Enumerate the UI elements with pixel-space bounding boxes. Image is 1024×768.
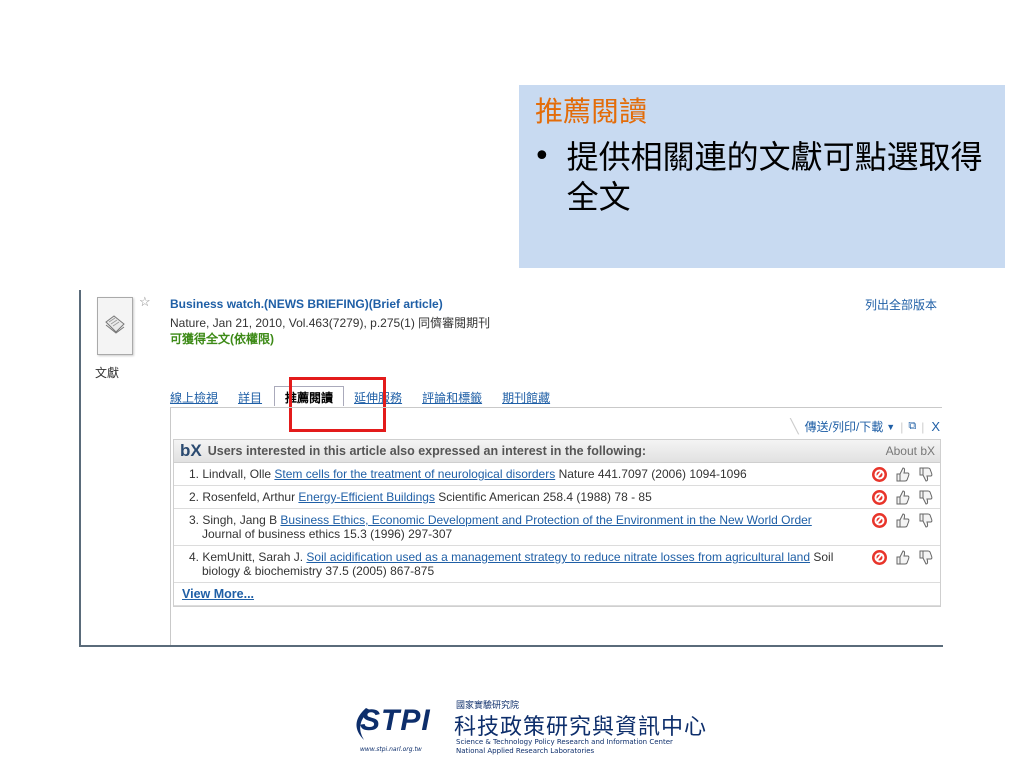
list-all-versions-link[interactable]: 列出全部版本 <box>865 296 937 313</box>
thumbs-up-icon[interactable] <box>894 549 911 566</box>
bx-header: bX Users interested in this article also… <box>174 440 940 463</box>
toolbar-separator: | <box>921 419 925 434</box>
item-source: Scientific American 258.4 (1988) 78 - 85 <box>438 490 652 504</box>
view-more-link[interactable]: View More... <box>174 583 940 606</box>
document-type-label: 文獻 <box>95 366 120 380</box>
tab-content-panel: ╲ 傳送/列印/下載 ▼ | ⧉ | X bX Users interested… <box>170 407 942 645</box>
panel-toolbar: ╲ 傳送/列印/下載 ▼ | ⧉ | X <box>790 418 940 435</box>
close-icon[interactable]: X <box>931 419 940 434</box>
tab-online-view[interactable]: 線上檢視 <box>170 389 218 406</box>
item-title-link[interactable]: Business Ethics, Economic Development an… <box>280 513 811 527</box>
bx-heading: Users interested in this article also ex… <box>207 444 647 458</box>
document-icon <box>105 315 125 334</box>
open-new-window-icon[interactable]: ⧉ <box>908 420 916 433</box>
item-actions <box>871 512 934 529</box>
tab-details[interactable]: 詳目 <box>238 389 262 406</box>
toolbar-divider: ╲ <box>790 418 799 434</box>
star-icon[interactable]: ☆ <box>139 294 151 310</box>
item-authors: Lindvall, Olle <box>202 467 272 481</box>
tab-reviews-tags[interactable]: 評論和標籤 <box>422 389 482 406</box>
callout-box: 推薦閱讀 • 提供相關連的文獻可點選取得全文 <box>519 85 1005 268</box>
callout-bullet: • 提供相關連的文獻可點選取得全文 <box>533 137 991 217</box>
logo-name-cn: 科技政策研究與資訊中心 <box>454 715 708 740</box>
sfx-link-icon[interactable] <box>871 489 888 506</box>
item-authors: Rosenfeld, Arthur <box>202 490 296 504</box>
item-authors: KemUnitt, Sarah J. <box>202 550 304 564</box>
list-item-text: 1. Lindvall, Olle Stem cells for the tre… <box>182 467 840 481</box>
thumbs-down-icon[interactable] <box>917 549 934 566</box>
stpi-logo: STPI www.stpi.narl.org.tw 國家實驗研究院 科技政策研究… <box>356 696 760 758</box>
sfx-link-icon[interactable] <box>871 549 888 566</box>
thumbs-up-icon[interactable] <box>894 489 911 506</box>
item-number: 2. <box>189 490 200 504</box>
about-bx-link[interactable]: About bX <box>886 444 935 458</box>
list-item: 4. KemUnitt, Sarah J. Soil acidification… <box>174 546 940 583</box>
availability-status[interactable]: 可獲得全文(依權限) <box>170 330 274 347</box>
list-item-text: 4. KemUnitt, Sarah J. Soil acidification… <box>182 550 840 578</box>
list-item: 2. Rosenfeld, Arthur Energy-Efficient Bu… <box>174 486 940 509</box>
thumbs-down-icon[interactable] <box>917 466 934 483</box>
send-print-download-menu[interactable]: 傳送/列印/下載 <box>805 418 884 435</box>
thumbs-down-icon[interactable] <box>917 489 934 506</box>
logo-url: www.stpi.narl.org.tw <box>360 746 422 753</box>
thumbs-down-icon[interactable] <box>917 512 934 529</box>
bx-logo: bX <box>180 441 202 460</box>
bx-recommendations: bX Users interested in this article also… <box>173 439 941 607</box>
item-actions <box>871 466 934 483</box>
item-number: 4. <box>189 550 200 564</box>
citation-text: Nature, Jan 21, 2010, Vol.463(7279), p.2… <box>170 316 491 330</box>
logo-name-en: Science & Technology Policy Research and… <box>456 738 673 746</box>
list-item-text: 2. Rosenfeld, Arthur Energy-Efficient Bu… <box>182 490 840 504</box>
sfx-link-icon[interactable] <box>871 512 888 529</box>
item-title-link[interactable]: Energy-Efficient Buildings <box>298 490 435 504</box>
item-title-link[interactable]: Soil acidification used as a management … <box>306 550 810 564</box>
record-panel: 文獻 ☆ Business watch.(NEWS BRIEFING)(Brie… <box>79 290 943 647</box>
item-number: 3. <box>189 513 200 527</box>
logo-name-en-parent: National Applied Research Laboratories <box>456 747 595 755</box>
list-item: 3. Singh, Jang B Business Ethics, Econom… <box>174 509 940 546</box>
tab-journal-holdings[interactable]: 期刊館藏 <box>502 389 550 406</box>
sfx-link-icon[interactable] <box>871 466 888 483</box>
article-title-link[interactable]: Business watch.(NEWS BRIEFING)(Brief art… <box>170 297 443 311</box>
list-item-text: 3. Singh, Jang B Business Ethics, Econom… <box>182 513 840 541</box>
item-source: Journal of business ethics 15.3 (1996) 2… <box>202 527 453 541</box>
item-title-link[interactable]: Stem cells for the treatment of neurolog… <box>274 467 555 481</box>
toolbar-separator: | <box>900 419 904 434</box>
chevron-down-icon[interactable]: ▼ <box>886 422 895 432</box>
item-source: Nature 441.7097 (2006) 1094-1096 <box>558 467 747 481</box>
item-actions <box>871 549 934 566</box>
thumbs-up-icon[interactable] <box>894 512 911 529</box>
item-authors: Singh, Jang B <box>202 513 278 527</box>
item-number: 1. <box>189 467 200 481</box>
list-item: 1. Lindvall, Olle Stem cells for the tre… <box>174 463 940 486</box>
bullet-dot: • <box>533 139 551 174</box>
document-thumbnail[interactable] <box>97 297 133 355</box>
thumbs-up-icon[interactable] <box>894 466 911 483</box>
item-actions <box>871 489 934 506</box>
callout-bullet-text: 提供相關連的文獻可點選取得全文 <box>566 138 983 216</box>
callout-title: 推薦閱讀 <box>535 95 648 128</box>
logo-brand: STPI <box>360 704 431 737</box>
